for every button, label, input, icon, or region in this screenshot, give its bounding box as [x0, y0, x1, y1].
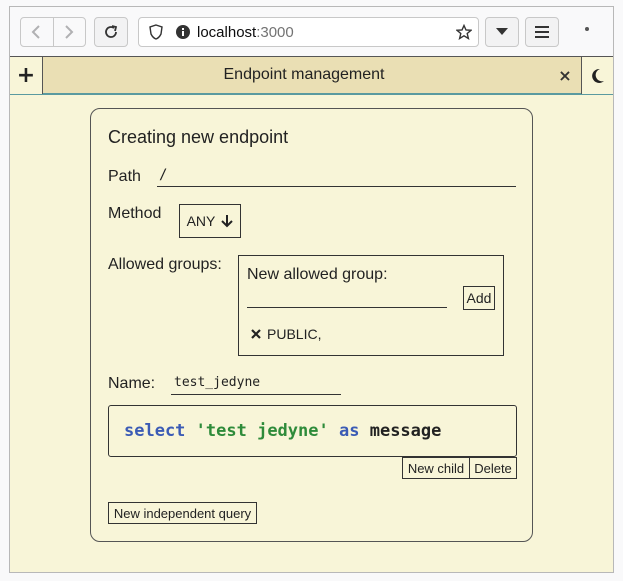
info-icon[interactable]	[175, 24, 191, 40]
url-text: localhost:3000	[197, 24, 294, 41]
query-editor[interactable]: select 'test jedyne' as message	[108, 405, 517, 457]
query-keyword-as: as	[338, 421, 360, 441]
browser-window: localhost:3000 + Endpoint management × C…	[9, 6, 614, 573]
query-identifier: message	[369, 421, 442, 441]
reload-button[interactable]	[94, 17, 128, 47]
arrow-down-icon	[221, 215, 234, 228]
browser-toolbar: localhost:3000	[10, 7, 613, 56]
overflow-dot-icon[interactable]	[585, 27, 589, 31]
new-child-button[interactable]: New child	[402, 457, 470, 479]
forward-button[interactable]	[53, 17, 85, 47]
new-group-label: New allowed group:	[247, 266, 388, 283]
hamburger-icon	[535, 26, 549, 38]
new-group-input[interactable]	[247, 288, 447, 308]
tab-strip: + Endpoint management ×	[10, 57, 613, 95]
url-host: localhost	[197, 23, 257, 41]
add-group-button[interactable]: Add	[463, 286, 495, 310]
url-dropdown-button[interactable]	[485, 17, 519, 47]
menu-button[interactable]	[525, 17, 559, 47]
form-title: Creating new endpoint	[108, 127, 289, 147]
reload-icon	[105, 25, 118, 38]
add-tab-button[interactable]: +	[10, 57, 43, 94]
tab-endpoint-management[interactable]: Endpoint management	[43, 57, 565, 93]
forward-arrow-icon	[65, 25, 74, 39]
back-button[interactable]	[20, 17, 52, 47]
bookmark-star-icon[interactable]	[456, 24, 472, 40]
endpoint-form: Creating new endpoint Path / Method ANY …	[90, 108, 533, 542]
name-input[interactable]: test_jedyne	[171, 373, 341, 395]
back-arrow-icon	[31, 25, 40, 39]
path-input[interactable]: /	[157, 167, 516, 187]
method-value: ANY	[186, 213, 216, 229]
group-name: PUBLIC,	[267, 326, 322, 342]
new-independent-query-button[interactable]: New independent query	[108, 502, 257, 524]
dark-mode-toggle[interactable]	[581, 57, 613, 94]
delete-button[interactable]: Delete	[469, 457, 517, 479]
page-content: + Endpoint management × Creating new end…	[10, 56, 613, 572]
chevron-down-icon	[496, 28, 508, 35]
moon-icon	[591, 68, 604, 83]
url-port: :3000	[256, 23, 294, 41]
query-string: 'test jedyne'	[195, 421, 329, 441]
allowed-groups-label: Allowed groups:	[108, 256, 222, 273]
path-label: Path	[108, 168, 141, 185]
remove-group-icon[interactable]	[251, 329, 261, 339]
method-select[interactable]: ANY	[179, 204, 241, 238]
group-chip-public: PUBLIC,	[251, 326, 321, 342]
allowed-groups-box: New allowed group: Add PUBLIC,	[238, 255, 504, 356]
url-bar[interactable]: localhost:3000	[138, 17, 479, 47]
close-tab-button[interactable]: ×	[550, 57, 580, 93]
name-label: Name:	[108, 375, 156, 392]
method-label: Method	[108, 205, 162, 222]
query-keyword-select: select	[124, 421, 186, 441]
shield-icon	[149, 24, 163, 40]
